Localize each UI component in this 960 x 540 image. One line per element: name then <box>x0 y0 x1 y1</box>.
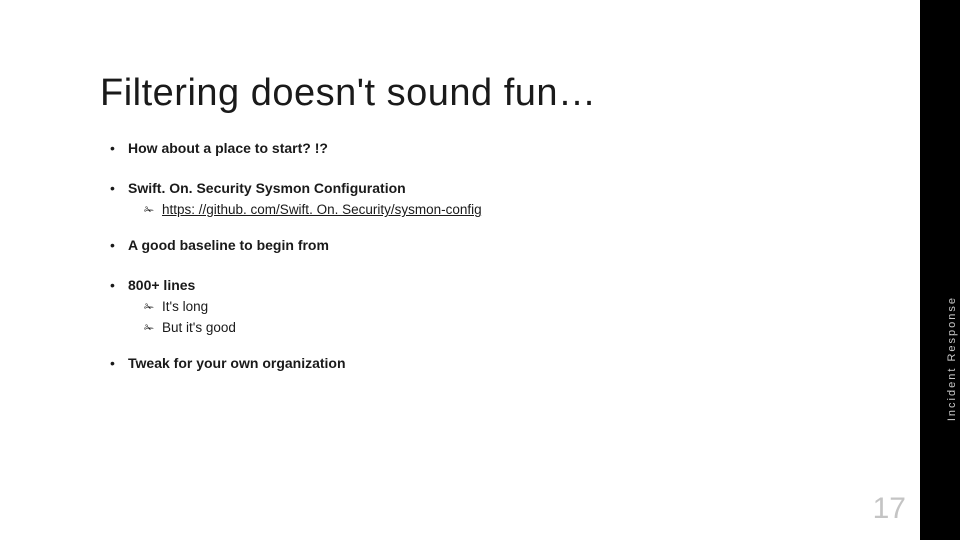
scissors-icon: ✁ <box>144 300 154 314</box>
bullet-tweak: Tweak for your own organization <box>110 355 870 371</box>
sub-bullet-link: ✁ https: //github. com/Swift. On. Securi… <box>110 202 870 217</box>
slide-body: How about a place to start? !? Swift. On… <box>110 140 870 395</box>
sidebar-label: Incident Response <box>946 296 958 421</box>
bullet-swiftonsecurity: Swift. On. Security Sysmon Configuration <box>110 180 870 196</box>
sub-bullet-text: It's long <box>162 299 208 314</box>
bullet-baseline: A good baseline to begin from <box>110 237 870 253</box>
slide: Incident Response Filtering doesn't soun… <box>0 0 960 540</box>
sidebar-strip: Incident Response <box>920 0 960 540</box>
scissors-icon: ✁ <box>144 203 154 217</box>
page-number: 17 <box>873 492 906 526</box>
sub-bullet-long: ✁ It's long <box>110 299 870 314</box>
sub-bullet-text: But it's good <box>162 320 236 335</box>
bullet-start: How about a place to start? !? <box>110 140 870 156</box>
bullet-800-lines: 800+ lines <box>110 277 870 293</box>
sub-bullet-good: ✁ But it's good <box>110 320 870 335</box>
slide-title: Filtering doesn't sound fun… <box>100 72 597 115</box>
github-link[interactable]: https: //github. com/Swift. On. Security… <box>162 202 482 217</box>
scissors-icon: ✁ <box>144 321 154 335</box>
